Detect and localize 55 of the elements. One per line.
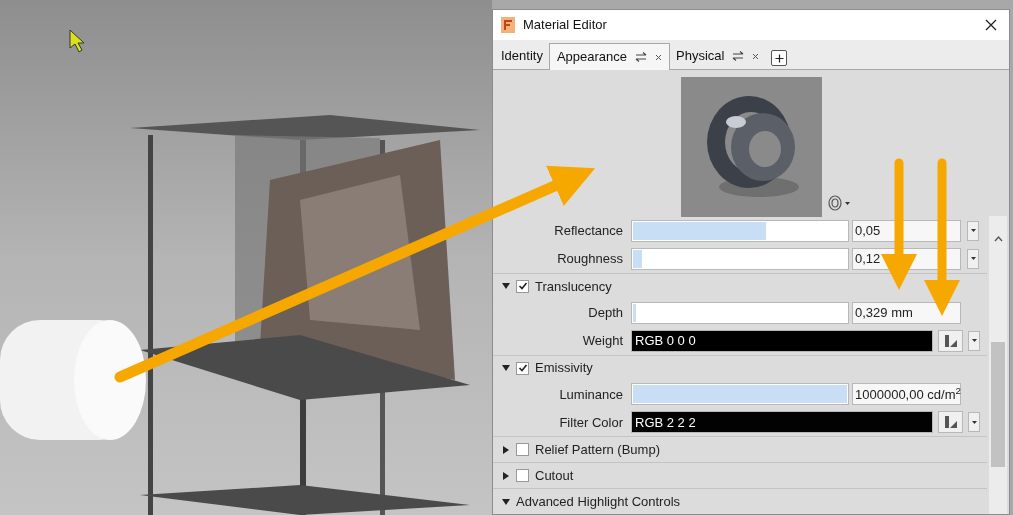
property-label: Weight (581, 331, 624, 350)
eyedropper-icon (944, 416, 957, 429)
section-label: Relief Pattern (Bump) (535, 441, 660, 459)
color-swatch-field[interactable]: RGB 2 2 2 (631, 411, 933, 434)
swirl-icon[interactable] (828, 195, 842, 211)
caret-icon (971, 420, 977, 424)
slider-track[interactable] (631, 247, 849, 270)
swap-icon[interactable] (635, 52, 648, 62)
tab[interactable]: Identity (495, 43, 549, 69)
property-label: Roughness (556, 250, 624, 269)
close-icon[interactable] (655, 53, 663, 61)
dropdown-button[interactable] (967, 220, 979, 241)
plus-icon (774, 53, 784, 63)
close-icon[interactable] (752, 52, 760, 60)
property-label: Filter Color (558, 413, 624, 432)
value-field[interactable]: 1000000,00 cd/m$^{2}$ (852, 383, 961, 406)
slider-track[interactable] (631, 219, 849, 242)
property-label: Depth (587, 303, 624, 322)
expand-arrow-icon[interactable] (502, 445, 510, 454)
eyedropper-icon (944, 334, 957, 347)
close-icon[interactable] (985, 19, 997, 31)
collapse-arrow-icon[interactable] (502, 364, 510, 372)
dropdown-button[interactable] (968, 330, 980, 351)
section-label: Emissivity (535, 359, 593, 378)
window-title: Material Editor (523, 16, 607, 35)
checkbox[interactable] (516, 443, 529, 457)
caret-icon (970, 229, 976, 233)
property-label: Luminance (558, 385, 624, 404)
scrollbar[interactable] (989, 216, 1007, 514)
color-picker-button[interactable] (938, 411, 963, 434)
section-label: Cutout (535, 466, 574, 485)
section-label: Advanced Highlight Controls (516, 492, 681, 511)
expand-arrow-icon[interactable] (502, 471, 510, 480)
caret-icon (971, 339, 977, 343)
color-swatch-field[interactable]: RGB 0 0 0 (631, 329, 933, 352)
dropdown-button[interactable] (968, 412, 980, 433)
caret-icon[interactable] (845, 201, 850, 205)
tab[interactable]: Appearance (548, 43, 671, 70)
collapse-arrow-icon[interactable] (502, 497, 510, 506)
section-label: Translucency (535, 277, 612, 296)
tab[interactable]: Physical (670, 43, 766, 69)
caret-icon (970, 257, 976, 261)
dropdown-button[interactable] (967, 248, 979, 269)
property-label: Reflectance (553, 222, 624, 241)
checkbox[interactable] (516, 469, 529, 483)
checkbox[interactable] (516, 361, 529, 375)
color-picker-button[interactable] (938, 329, 963, 352)
app-logo-icon (501, 17, 515, 33)
collapse-arrow-icon[interactable] (502, 282, 510, 291)
checkbox[interactable] (516, 279, 529, 293)
swap-icon[interactable] (732, 51, 745, 61)
slider-track[interactable] (631, 301, 849, 324)
value-field[interactable]: 0,329 mm (852, 301, 961, 324)
scroll-up-icon[interactable] (993, 236, 1003, 242)
add-tab-button[interactable] (771, 50, 788, 66)
